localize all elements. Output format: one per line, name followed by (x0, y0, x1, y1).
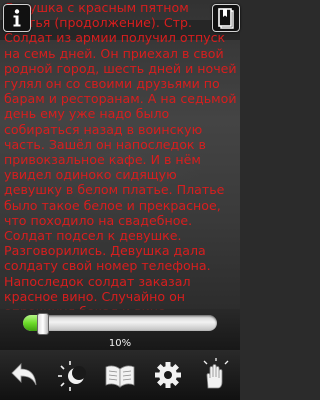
progress-slider[interactable] (23, 315, 217, 331)
hand-pointer-icon (203, 358, 229, 389)
bottom-toolbar (0, 350, 240, 400)
day-night-button[interactable] (54, 355, 90, 395)
table-of-contents-button[interactable] (102, 355, 138, 395)
settings-button[interactable] (150, 355, 186, 395)
progress-panel: 10% (0, 309, 240, 350)
back-button[interactable] (6, 355, 42, 395)
reading-text-area[interactable]: Девушка с красным пятном платья (продолж… (4, 0, 238, 310)
bookmark-book-icon (218, 8, 234, 29)
touch-mode-button[interactable] (198, 355, 234, 395)
day-night-icon (58, 361, 86, 391)
progress-slider-handle[interactable] (37, 313, 49, 335)
settings-gear-icon (155, 362, 181, 388)
back-arrow-icon (11, 363, 37, 386)
progress-percent: 10% (108, 338, 132, 349)
info-button[interactable] (3, 4, 31, 32)
info-icon (13, 9, 21, 27)
bookmark-button[interactable] (212, 4, 240, 32)
reading-paragraph: Девушка с красным пятном платья (продолж… (4, 0, 237, 310)
open-book-icon (105, 365, 135, 388)
